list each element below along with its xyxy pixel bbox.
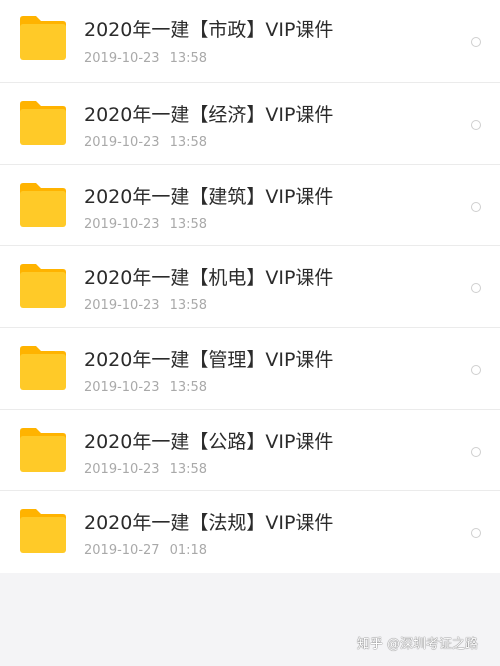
file-modified: 2019-10-23 13:58: [84, 380, 207, 396]
file-date: 2019-10-23: [84, 298, 160, 314]
file-date: 2019-10-27: [84, 543, 160, 559]
file-name: 2020年一建【市政】VIP课件: [84, 19, 334, 41]
file-row[interactable]: 2020年一建【法规】VIP课件 2019-10-27 01:18: [0, 491, 500, 573]
file-row[interactable]: 2020年一建【公路】VIP课件 2019-10-23 13:58: [0, 410, 500, 492]
file-list: 2020年一建【市政】VIP课件 2019-10-23 13:58 2020年一建…: [0, 0, 500, 574]
file-row[interactable]: 2020年一建【建筑】VIP课件 2019-10-23 13:58: [0, 165, 500, 247]
select-radio[interactable]: [471, 528, 481, 539]
watermark: 知乎 @深圳考证之路: [356, 637, 478, 652]
file-modified: 2019-10-23 13:58: [84, 462, 207, 478]
select-radio[interactable]: [471, 446, 481, 457]
file-row[interactable]: 2020年一建【机电】VIP课件 2019-10-23 13:58: [0, 246, 500, 329]
folder-icon: [20, 346, 66, 391]
select-radio[interactable]: [471, 365, 481, 376]
folder-icon: [20, 509, 66, 554]
file-time: 13:58: [169, 380, 208, 396]
file-modified: 2019-10-23 13:58: [84, 135, 207, 151]
folder-icon: [20, 101, 66, 145]
file-name: 2020年一建【经济】VIP课件: [84, 104, 334, 126]
file-date: 2019-10-23: [84, 51, 160, 66]
file-name: 2020年一建【管理】VIP课件: [84, 349, 334, 372]
file-time: 13:58: [169, 135, 208, 150]
file-time: 13:58: [169, 216, 208, 232]
file-name: 2020年一建【公路】VIP课件: [84, 430, 334, 453]
file-modified: 2019-10-23 13:58: [84, 51, 207, 67]
select-radio[interactable]: [471, 283, 481, 294]
file-name: 2020年一建【法规】VIP课件: [84, 512, 334, 535]
file-date: 2019-10-23: [84, 216, 160, 232]
folder-icon: [20, 264, 66, 309]
folder-icon: [20, 182, 66, 227]
file-date: 2019-10-23: [84, 461, 160, 477]
file-date: 2019-10-23: [84, 380, 160, 396]
file-date: 2019-10-23: [84, 135, 160, 150]
file-name: 2020年一建【建筑】VIP课件: [84, 185, 334, 208]
file-name: 2020年一建【机电】VIP课件: [84, 267, 334, 290]
file-modified: 2019-10-27 01:18: [84, 543, 207, 559]
file-row[interactable]: 2020年一建【管理】VIP课件 2019-10-23 13:58: [0, 328, 500, 410]
file-time: 13:58: [169, 51, 208, 66]
file-modified: 2019-10-23 13:58: [84, 217, 207, 233]
folder-icon: [20, 427, 66, 472]
file-time: 01:18: [169, 543, 208, 559]
select-radio[interactable]: [471, 37, 481, 47]
file-time: 13:58: [169, 461, 208, 477]
file-row[interactable]: 2020年一建【市政】VIP课件 2019-10-23 13:58: [0, 0, 500, 83]
folder-icon: [20, 16, 66, 60]
select-radio[interactable]: [471, 201, 481, 212]
file-modified: 2019-10-23 13:58: [84, 298, 207, 314]
file-row[interactable]: 2020年一建【经济】VIP课件 2019-10-23 13:58: [0, 83, 500, 165]
file-time: 13:58: [169, 298, 208, 314]
select-radio[interactable]: [471, 120, 481, 130]
